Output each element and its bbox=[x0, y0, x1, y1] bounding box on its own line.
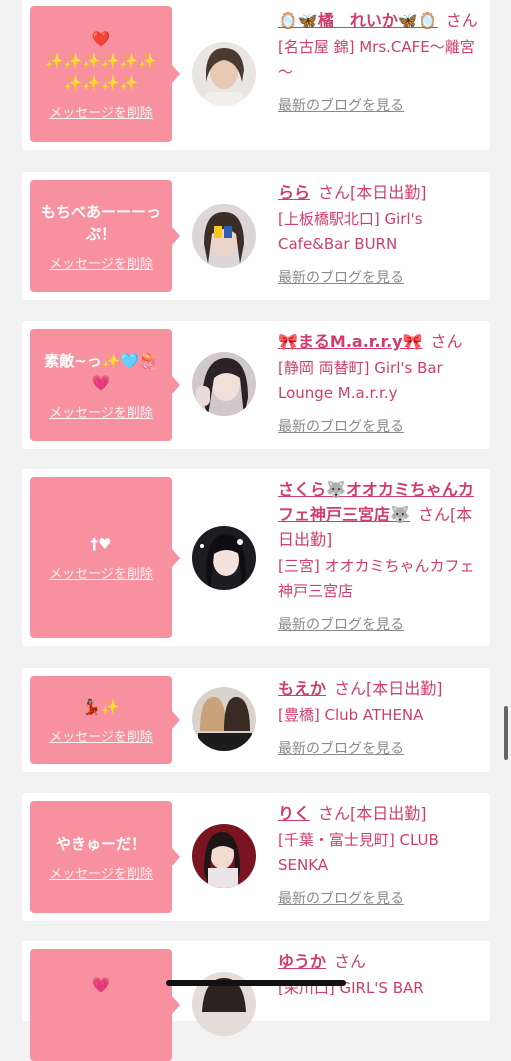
latest-blog-link[interactable]: 最新のブログを見る bbox=[278, 267, 404, 287]
profile-info: らら さん[本日出勤] [上板橋駅北口] Girl's Cafe&Bar BURN… bbox=[278, 180, 484, 287]
message-text: †♥ bbox=[90, 535, 112, 553]
message-bubble: †♥ メッセージを削除 bbox=[30, 477, 180, 638]
latest-blog-link[interactable]: 最新のブログを見る bbox=[278, 95, 404, 115]
message-card: やきゅーだ！ メッセージを削除 りく さん[本日出勤] [千葉・富士見町] CLU… bbox=[22, 793, 490, 921]
profile-name-link[interactable]: らら bbox=[278, 183, 310, 202]
avatar[interactable] bbox=[192, 687, 256, 751]
latest-blog-link[interactable]: 最新のブログを見る bbox=[278, 738, 404, 758]
message-text: 💗 bbox=[91, 976, 111, 994]
honorific: さん bbox=[318, 804, 351, 823]
profile-info: 🎀まるM.a.r.r.y🎀 さん [静岡 両替町] Girl's Bar Loun… bbox=[278, 329, 484, 436]
honorific: さん bbox=[334, 952, 367, 971]
latest-blog-link[interactable]: 最新のブログを見る bbox=[278, 614, 404, 634]
profile-info: りく さん[本日出勤] [千葉・富士見町] CLUB SENKA 最新のブログを見… bbox=[278, 801, 484, 908]
attendance-status: [本日出勤] bbox=[366, 679, 443, 698]
latest-blog-link[interactable]: 最新のブログを見る bbox=[278, 416, 404, 436]
shop-text: [上板橋駅北口] Girl's Cafe&Bar BURN bbox=[278, 210, 423, 253]
message-text: やきゅーだ！ bbox=[55, 834, 146, 853]
message-bubble: やきゅーだ！ メッセージを削除 bbox=[30, 801, 180, 913]
delete-message-button[interactable]: メッセージを削除 bbox=[49, 253, 153, 272]
message-bubble: もちべあーーーっぷ！ メッセージを削除 bbox=[30, 180, 180, 292]
profile-name-link[interactable]: ゆうか bbox=[278, 952, 326, 971]
avatar[interactable] bbox=[192, 204, 256, 268]
profile-info: 🪞🦋橘 れいか🦋🪞 さん [名古屋 錦] Mrs.CAFE～離宮～ 最新のブログを… bbox=[278, 8, 484, 115]
avatar[interactable] bbox=[192, 824, 256, 888]
honorific: さん bbox=[334, 679, 367, 698]
attendance-status: [本日出勤] bbox=[350, 804, 427, 823]
avatar[interactable] bbox=[192, 42, 256, 106]
profile-name-link[interactable]: 🪞🦋橘 れいか🦋🪞 bbox=[278, 11, 438, 30]
shop-text: [三宮] オオカミちゃんカフェ神戸三宮店 bbox=[278, 557, 475, 600]
shop-text: [豊橋] Club ATHENA bbox=[278, 706, 424, 724]
shop-text: [静岡 両替町] Girl's Bar Lounge M.a.r.r.y bbox=[278, 359, 443, 402]
message-bubble: ❤️ ✨✨✨✨✨✨ ✨✨✨✨ メッセージを削除 bbox=[30, 6, 180, 142]
message-bubble: 素敵~っ✨🩵🪼💗 メッセージを削除 bbox=[30, 329, 180, 441]
avatar[interactable] bbox=[192, 352, 256, 416]
message-bubble: 💃🏽✨ メッセージを削除 bbox=[30, 676, 180, 764]
honorific: さん bbox=[445, 11, 478, 30]
profile-name-link[interactable]: りく bbox=[278, 804, 310, 823]
message-text: 素敵~っ✨🩵🪼💗 bbox=[44, 351, 158, 392]
delete-message-button[interactable]: メッセージを削除 bbox=[49, 563, 153, 582]
message-text: 💃🏽✨ bbox=[82, 697, 120, 716]
delete-message-button[interactable]: メッセージを削除 bbox=[49, 402, 153, 421]
message-card: 💃🏽✨ メッセージを削除 もえか さん[本日出勤] [豊橋] Club ATHEN… bbox=[22, 668, 490, 772]
message-card: ❤️ ✨✨✨✨✨✨ ✨✨✨✨ メッセージを削除 🪞🦋橘 れいか🦋🪞 さん [名古屋… bbox=[22, 0, 490, 150]
delete-message-button[interactable]: メッセージを削除 bbox=[49, 726, 153, 745]
message-card: もちべあーーーっぷ！ メッセージを削除 らら さん[本日出勤] [上板橋駅北口] … bbox=[22, 172, 490, 300]
profile-info: もえか さん[本日出勤] [豊橋] Club ATHENA 最新のブログを見る bbox=[278, 676, 484, 758]
honorific: さん bbox=[430, 332, 463, 351]
shop-text: [名古屋 錦] Mrs.CAFE～離宮～ bbox=[278, 38, 475, 81]
shop-text: [千葉・富士見町] CLUB SENKA bbox=[278, 831, 439, 874]
message-bubble: 💗 bbox=[30, 949, 180, 1061]
home-indicator[interactable] bbox=[166, 980, 346, 986]
profile-name-link[interactable]: 🎀まるM.a.r.r.y🎀 bbox=[278, 332, 423, 351]
message-text: ❤️ ✨✨✨✨✨✨ ✨✨✨✨ bbox=[44, 29, 158, 92]
latest-blog-link[interactable]: 最新のブログを見る bbox=[278, 888, 404, 908]
message-card: 素敵~っ✨🩵🪼💗 メッセージを削除 🎀まるM.a.r.r.y🎀 さん [静岡 両替… bbox=[22, 321, 490, 449]
profile-info: ゆうか さん [栄川口] GIRL'S BAR bbox=[278, 949, 484, 1001]
attendance-status: [本日出勤] bbox=[350, 183, 427, 202]
scrollbar[interactable] bbox=[504, 706, 508, 760]
avatar[interactable] bbox=[192, 526, 256, 590]
delete-message-button[interactable]: メッセージを削除 bbox=[49, 863, 153, 882]
profile-info: さくら🐺オオカミちゃんカフェ神戸三宮店🐺 さん[本日出勤] [三宮] オオカミちゃ… bbox=[278, 477, 484, 634]
message-text: もちべあーーーっぷ！ bbox=[40, 202, 161, 243]
delete-message-button[interactable]: メッセージを削除 bbox=[49, 102, 153, 121]
profile-name-link[interactable]: もえか bbox=[278, 679, 326, 698]
honorific: さん bbox=[318, 183, 351, 202]
message-card: †♥ メッセージを削除 さくら🐺オオカミちゃんカフェ神戸三宮店🐺 さん[本日出勤]… bbox=[22, 469, 490, 646]
honorific: さん bbox=[417, 505, 450, 524]
